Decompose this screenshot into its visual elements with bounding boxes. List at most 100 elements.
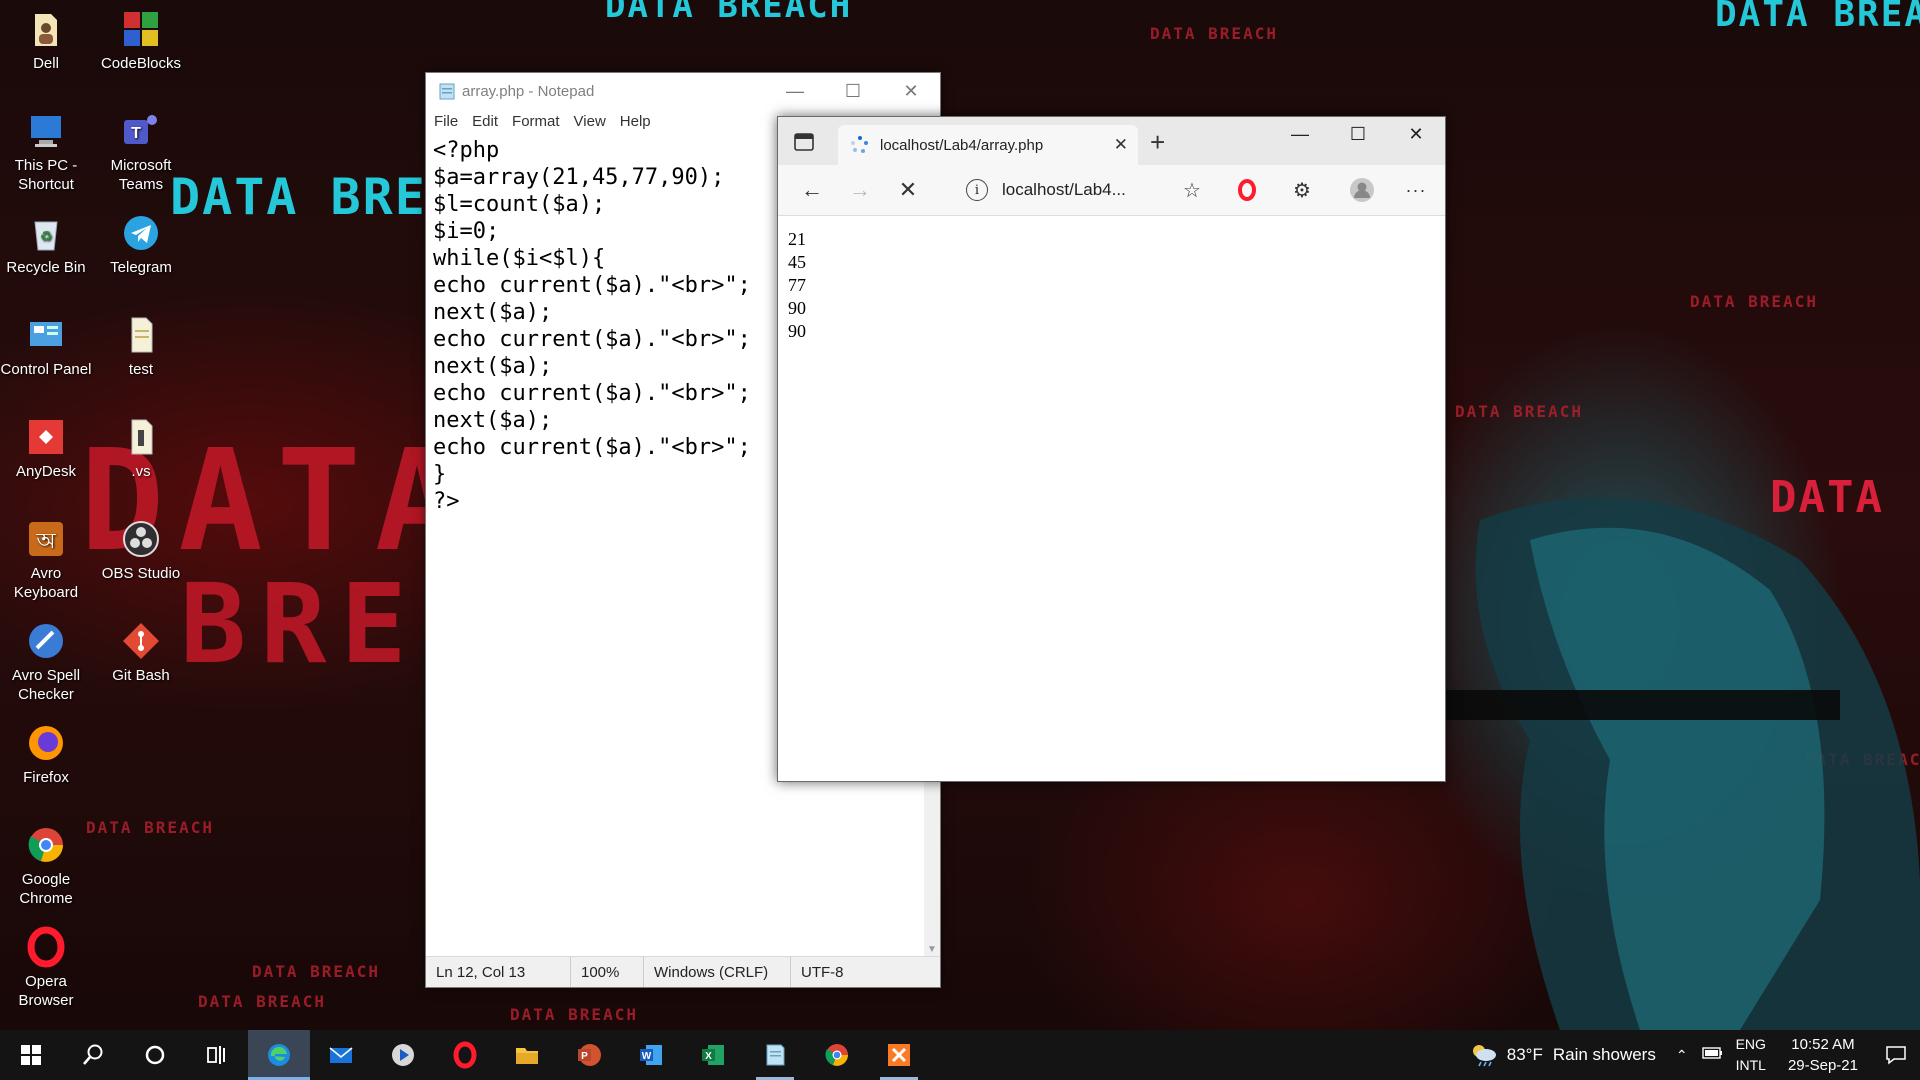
menu-help[interactable]: Help bbox=[620, 113, 651, 130]
desktop-icon-label: Google Chrome bbox=[19, 871, 73, 907]
output-line: 45 bbox=[788, 252, 806, 272]
taskbar-mail[interactable] bbox=[310, 1030, 372, 1080]
teams-icon: T bbox=[120, 110, 162, 152]
desktop-icon-label: Firefox bbox=[23, 769, 69, 786]
desktop-icon-recycle-bin[interactable]: ♻ Recycle Bin bbox=[0, 212, 92, 277]
minimize-button[interactable]: — bbox=[1271, 117, 1329, 151]
desktop-icon-opera[interactable]: Opera Browser bbox=[0, 926, 92, 1010]
desktop-icon-telegram[interactable]: Telegram bbox=[95, 212, 187, 277]
menu-file[interactable]: File bbox=[434, 113, 458, 130]
desktop-icon-dell[interactable]: Dell bbox=[0, 8, 92, 73]
taskbar-file-explorer[interactable] bbox=[496, 1030, 558, 1080]
menu-view[interactable]: View bbox=[574, 113, 606, 130]
wallpaper-text: DATA BREACH bbox=[86, 818, 214, 837]
back-arrow-icon[interactable]: ← bbox=[788, 165, 836, 215]
desktop-icon-firefox[interactable]: Firefox bbox=[0, 722, 92, 787]
taskbar-word[interactable]: W bbox=[620, 1030, 682, 1080]
desktop-icon-codeblocks[interactable]: CodeBlocks bbox=[95, 8, 187, 73]
tab-title: localhost/Lab4/array.php bbox=[880, 136, 1044, 154]
address-url: localhost/Lab4... bbox=[1002, 180, 1126, 199]
wallpaper-text: DATA BREACH bbox=[1690, 292, 1818, 311]
close-button[interactable]: ✕ bbox=[882, 73, 940, 109]
taskbar-chrome[interactable] bbox=[806, 1030, 868, 1080]
chevron-down-icon[interactable]: ▼ bbox=[927, 944, 937, 955]
weather-condition: Rain showers bbox=[1552, 1045, 1656, 1064]
minimize-button[interactable]: — bbox=[766, 73, 824, 109]
battery-icon[interactable] bbox=[1701, 1045, 1724, 1065]
maximize-button[interactable]: ☐ bbox=[1329, 117, 1387, 151]
browser-tabstrip[interactable]: localhost/Lab4/array.php ✕ + — ☐ ✕ bbox=[778, 117, 1445, 165]
folder-user-icon bbox=[25, 8, 67, 50]
address-bar[interactable]: i localhost/Lab4... bbox=[966, 171, 1166, 209]
new-tab-button[interactable]: + bbox=[1150, 127, 1165, 158]
desktop-icon-control-panel[interactable]: Control Panel bbox=[0, 314, 92, 379]
add-favorite-icon[interactable]: ☆ bbox=[1168, 165, 1216, 215]
desktop-icon-label: OBS Studio bbox=[101, 565, 181, 582]
taskbar-excel[interactable]: X bbox=[682, 1030, 744, 1080]
wallpaper-text: DATA BREACH bbox=[1715, 0, 1920, 35]
notifications-icon[interactable] bbox=[1872, 1030, 1920, 1080]
vs-file-icon bbox=[120, 416, 162, 458]
desktop-icon-label: Opera Browser bbox=[18, 973, 74, 1009]
edge-browser-window[interactable]: localhost/Lab4/array.php ✕ + — ☐ ✕ ← → ✕… bbox=[777, 116, 1446, 782]
folder-icon bbox=[516, 1048, 538, 1064]
clock-time: 10:52 AM bbox=[1791, 1036, 1855, 1053]
output-line: 21 bbox=[788, 229, 806, 249]
cortana-button[interactable] bbox=[124, 1030, 186, 1080]
browser-tab[interactable]: localhost/Lab4/array.php ✕ bbox=[838, 125, 1138, 165]
opera-extension-icon[interactable] bbox=[1223, 165, 1271, 215]
desktop-icon-label: AnyDesk bbox=[15, 463, 77, 480]
tab-actions-icon[interactable] bbox=[794, 133, 814, 151]
desktop-icon-avro-keyboard[interactable]: অ Avro Keyboard bbox=[0, 518, 92, 602]
desktop-icon-test[interactable]: test bbox=[95, 314, 187, 379]
status-line-ending: Windows (CRLF) bbox=[643, 957, 790, 987]
search-button[interactable] bbox=[62, 1030, 124, 1080]
maximize-button[interactable]: ☐ bbox=[824, 73, 882, 109]
desktop-icon-anydesk[interactable]: AnyDesk bbox=[0, 416, 92, 481]
extensions-puzzle-icon[interactable]: ⚙ bbox=[1278, 165, 1326, 215]
taskbar-notepad[interactable] bbox=[744, 1030, 806, 1080]
notepad-titlebar[interactable]: array.php - Notepad — ☐ ✕ bbox=[426, 73, 940, 109]
forward-arrow-icon[interactable]: → bbox=[836, 165, 884, 215]
clock-date: 29-Sep-21 bbox=[1787, 1057, 1858, 1074]
keyboard-layout: INTL bbox=[1735, 1057, 1766, 1073]
taskbar-powerpoint[interactable]: P bbox=[558, 1030, 620, 1080]
tab-close-icon[interactable]: ✕ bbox=[1114, 135, 1128, 155]
taskbar-media-player[interactable] bbox=[372, 1030, 434, 1080]
wallpaper-text: DATA BREACH bbox=[605, 0, 853, 26]
svg-text:P: P bbox=[581, 1051, 588, 1062]
desktop-icon-git-bash[interactable]: Git Bash bbox=[95, 620, 187, 685]
menu-edit[interactable]: Edit bbox=[472, 113, 498, 130]
recycle-bin-icon: ♻ bbox=[25, 212, 67, 254]
chevron-up-icon[interactable]: ⌃ bbox=[1676, 1047, 1688, 1064]
computer-icon bbox=[25, 110, 67, 152]
desktop-icon-chrome[interactable]: Google Chrome bbox=[0, 824, 92, 908]
language-indicator[interactable]: ENG INTL bbox=[1736, 1034, 1766, 1076]
desktop-icon-teams[interactable]: T Microsoft Teams bbox=[95, 110, 187, 194]
taskbar-xampp[interactable] bbox=[868, 1030, 930, 1080]
document-icon bbox=[120, 314, 162, 356]
close-button[interactable]: ✕ bbox=[1387, 117, 1445, 151]
excel-icon: X bbox=[702, 1045, 724, 1065]
desktop-icon-label: Git Bash bbox=[112, 667, 170, 684]
profile-avatar-icon[interactable] bbox=[1338, 165, 1386, 215]
desktop-icon-label: CodeBlocks bbox=[100, 55, 182, 72]
opera-icon bbox=[453, 1041, 477, 1069]
taskbar-edge[interactable] bbox=[248, 1030, 310, 1080]
desktop-icon-obs[interactable]: OBS Studio bbox=[95, 518, 187, 583]
menu-format[interactable]: Format bbox=[512, 113, 560, 130]
info-icon[interactable]: i bbox=[966, 179, 988, 201]
desktop-icon-vs[interactable]: .vs bbox=[95, 416, 187, 481]
taskbar-opera[interactable] bbox=[434, 1030, 496, 1080]
media-player-icon bbox=[392, 1044, 414, 1066]
desktop-icon-avro-spell[interactable]: Avro Spell Checker bbox=[0, 620, 92, 704]
stop-loading-icon[interactable]: ✕ bbox=[884, 165, 932, 215]
task-view-button[interactable] bbox=[186, 1030, 248, 1080]
desktop-icon-this-pc[interactable]: This PC - Shortcut bbox=[0, 110, 92, 194]
clock[interactable]: 10:52 AM 29-Sep-21 bbox=[1788, 1034, 1858, 1076]
start-button[interactable] bbox=[0, 1030, 62, 1080]
desktop-icon-label: Avro Spell Checker bbox=[11, 667, 81, 703]
more-menu-icon[interactable]: ··· bbox=[1392, 165, 1440, 215]
output-line: 90 bbox=[788, 321, 806, 341]
weather-widget[interactable]: 83°F Rain showers bbox=[1469, 1042, 1656, 1068]
